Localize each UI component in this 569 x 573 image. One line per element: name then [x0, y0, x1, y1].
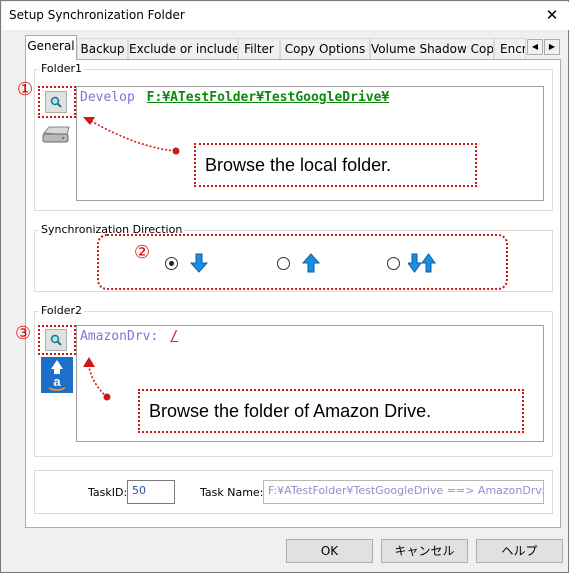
- tab-filter[interactable]: Filter: [238, 38, 280, 59]
- tab-label: Exclude or include: [129, 42, 238, 56]
- tab-label: Copy Options: [284, 42, 366, 56]
- direction-marker: ②: [134, 242, 151, 263]
- magnifier-icon: [50, 334, 62, 346]
- task-name-input[interactable]: F:¥ATestFolder¥TestGoogleDrive ==> Amazo…: [263, 480, 544, 504]
- arrow-both-icon: [408, 253, 436, 273]
- folder1-group-label: Folder1: [39, 62, 84, 75]
- folder1-browse-button[interactable]: [45, 91, 67, 113]
- magnifier-icon: [50, 96, 62, 108]
- ok-button[interactable]: OK: [286, 539, 373, 563]
- tab-scroll-right-button[interactable]: ▶: [544, 39, 560, 55]
- folder2-browse-button[interactable]: [45, 329, 67, 351]
- chevron-right-icon: ▶: [548, 42, 556, 51]
- tab-label: General: [27, 39, 75, 53]
- tab-label: Backup: [80, 42, 125, 56]
- local-drive-icon: [42, 126, 70, 143]
- folder1-marker: ①: [17, 79, 34, 100]
- folder2-callout: Browse the folder of Amazon Drive.: [138, 389, 524, 433]
- tab-volume-shadow-copy[interactable]: Volume Shadow Copy: [370, 38, 494, 59]
- folder1-path-display: Develop F:¥ATestFolder¥TestGoogleDrive¥: [80, 90, 389, 105]
- folder2-group-label: Folder2: [39, 304, 84, 317]
- folder1-path[interactable]: F:¥ATestFolder¥TestGoogleDrive¥: [147, 90, 390, 105]
- tab-exclude-or-include[interactable]: Exclude or include: [128, 38, 238, 59]
- tab-label: Filter: [244, 42, 274, 56]
- task-id-label: TaskID:: [88, 486, 128, 499]
- window-title: Setup Synchronization Folder: [9, 8, 185, 22]
- folder1-callout: Browse the local folder.: [194, 143, 477, 187]
- svg-text:a: a: [53, 374, 61, 389]
- direction-radio-down[interactable]: [165, 257, 178, 270]
- folder1-callout-arrow: [83, 117, 180, 155]
- task-name-label: Task Name:: [200, 486, 264, 499]
- direction-radio-up[interactable]: [277, 257, 290, 270]
- tab-scroll-left-button[interactable]: ◀: [527, 39, 543, 55]
- tab-backup[interactable]: Backup: [77, 38, 128, 59]
- folder2-callout-arrow: [83, 357, 111, 401]
- close-icon: ✕: [545, 6, 559, 24]
- tab-copy-options[interactable]: Copy Options: [280, 38, 370, 59]
- folder2-path[interactable]: /: [170, 329, 178, 344]
- arrow-down-icon: [190, 253, 208, 273]
- help-button[interactable]: ヘルプ: [476, 539, 563, 563]
- tab-encryption[interactable]: Encr: [494, 38, 526, 59]
- amazon-drive-icon: a: [41, 357, 73, 393]
- dialog-window: Setup Synchronization Folder ✕ General B…: [0, 0, 569, 573]
- task-id-input[interactable]: 50: [127, 480, 175, 504]
- folder1-drive-name: Develop: [80, 90, 135, 105]
- close-button[interactable]: ✕: [539, 4, 565, 26]
- folder2-marker: ③: [15, 323, 32, 344]
- folder2-path-display: AmazonDrv: /: [80, 329, 178, 344]
- tab-label: Encr: [500, 42, 526, 56]
- chevron-left-icon: ◀: [531, 42, 539, 51]
- arrow-up-icon: [302, 253, 320, 273]
- cancel-button[interactable]: キャンセル: [381, 539, 468, 563]
- folder2-drive-name: AmazonDrv:: [80, 329, 159, 344]
- tab-label: Volume Shadow Copy: [371, 42, 494, 56]
- direction-radio-both[interactable]: [387, 257, 400, 270]
- tab-general[interactable]: General: [25, 35, 77, 60]
